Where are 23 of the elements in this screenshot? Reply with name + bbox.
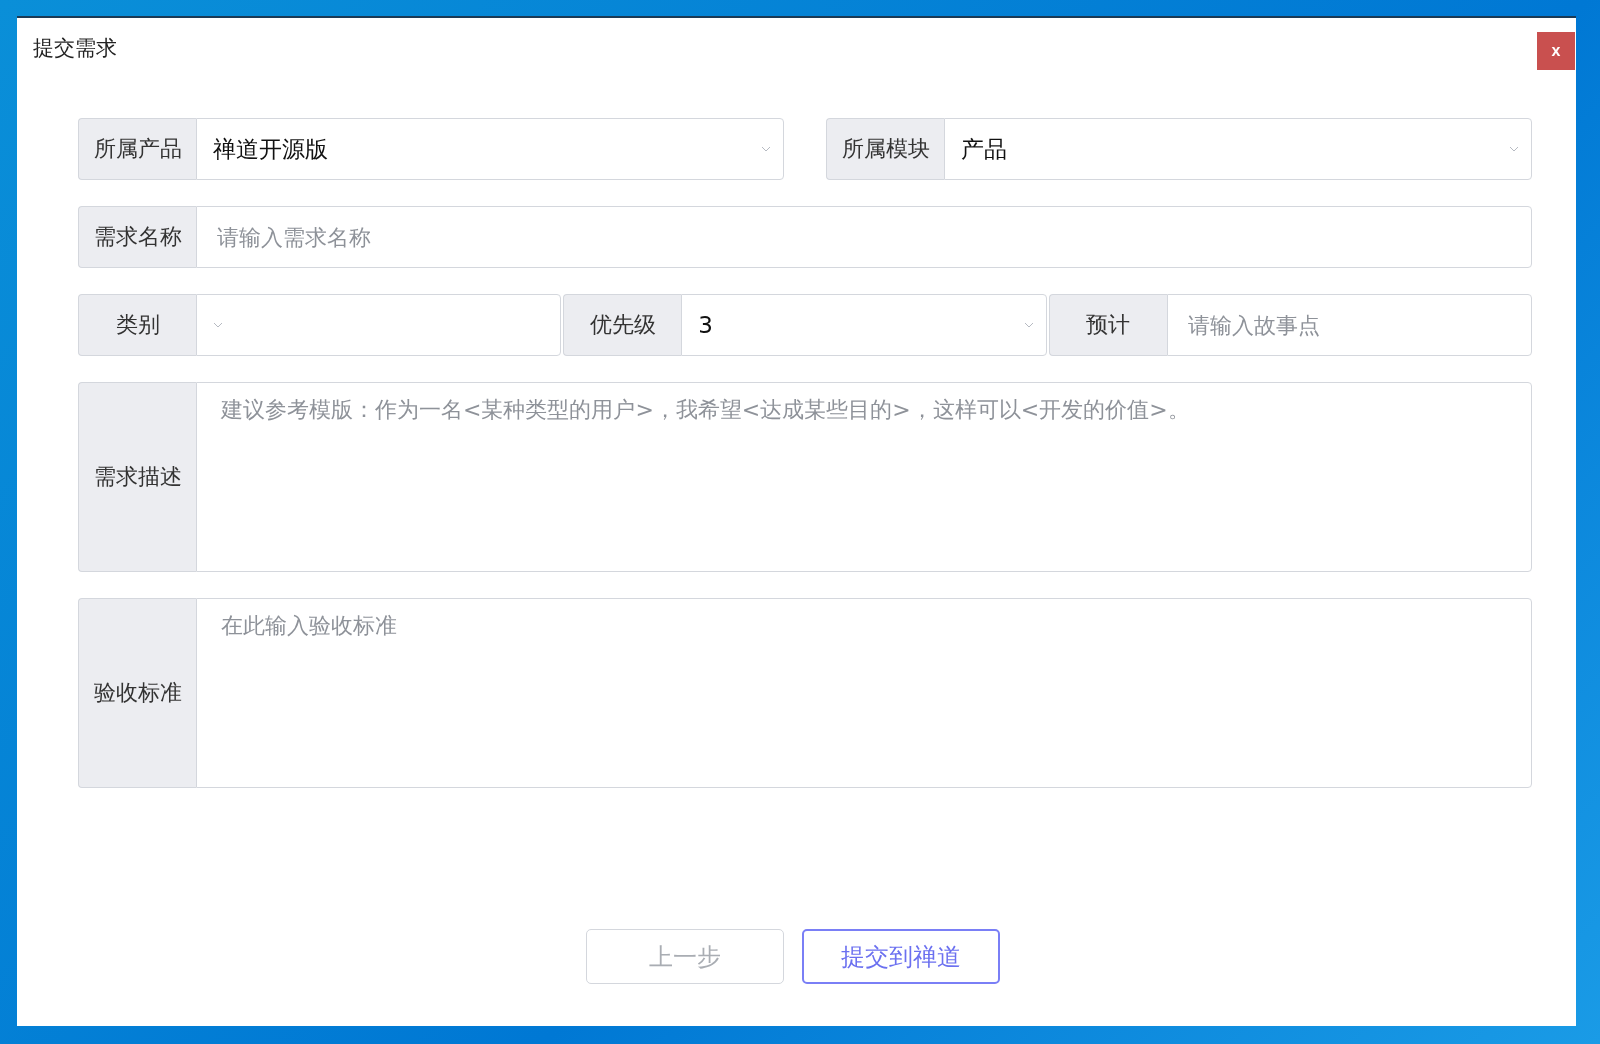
dropdown[interactable]: 产品: [944, 118, 1532, 180]
dialog-title: 提交需求: [33, 35, 117, 62]
field-label: 预计: [1048, 294, 1167, 356]
field-label: 所属产品: [78, 118, 196, 180]
text-area[interactable]: 建议参考模版：作为一名<某种类型的用户>，我希望<达成某些目的>，这样可以<开发的价值>。: [196, 382, 1532, 572]
input-field[interactable]: 请输入需求名称: [196, 206, 1532, 268]
close-button[interactable]: x: [1537, 32, 1575, 70]
field-label: 类别: [78, 294, 196, 356]
dropdown[interactable]: 3: [681, 294, 1047, 356]
input-field[interactable]: 请输入故事点: [1166, 294, 1532, 356]
field-label: 需求描述: [78, 382, 196, 572]
submit-button[interactable]: 提交到禅道: [801, 929, 1000, 984]
chevron-down-icon: [1509, 146, 1519, 152]
field-label: 所属模块: [826, 118, 944, 180]
field-label: 验收标准: [78, 598, 196, 788]
text-area[interactable]: 在此输入验收标准: [196, 598, 1532, 788]
chevron-down-icon: [761, 146, 771, 152]
field-label: 优先级: [563, 294, 682, 356]
chevron-down-icon: [1023, 322, 1034, 328]
field-label: 需求名称: [78, 206, 196, 268]
dropdown[interactable]: [196, 294, 562, 356]
chevron-down-icon: [213, 322, 223, 328]
dropdown[interactable]: 禅道开源版: [196, 118, 784, 180]
